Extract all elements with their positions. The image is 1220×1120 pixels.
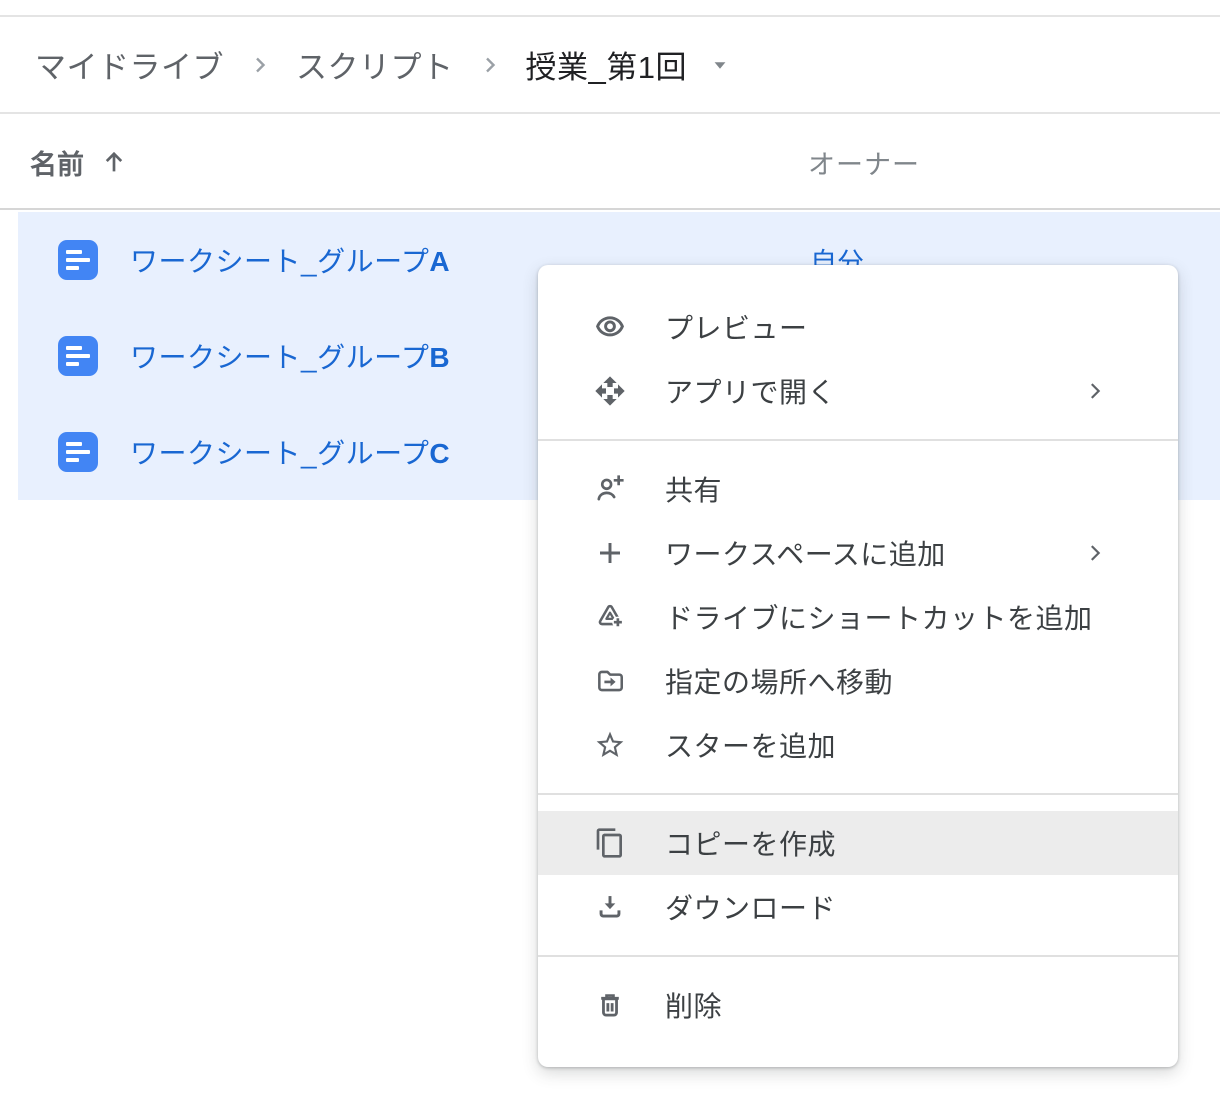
menu-item-delete[interactable]: 削除 — [538, 973, 1178, 1037]
person-add-icon — [594, 473, 626, 505]
menu-item-preview[interactable]: プレビュー — [538, 295, 1178, 359]
star-icon — [594, 729, 626, 761]
submenu-chevron-icon — [1084, 542, 1106, 564]
menu-item-label: 削除 — [665, 985, 722, 1025]
breadcrumb: マイドライブ スクリプト 授業_第1回 — [0, 17, 1220, 114]
submenu-chevron-icon — [1084, 380, 1106, 402]
document-icon — [58, 240, 98, 280]
file-name: ワークシート_グループB — [130, 336, 450, 376]
menu-item-label: 共有 — [665, 469, 722, 509]
eye-icon — [594, 311, 626, 343]
plus-icon — [594, 537, 626, 569]
breadcrumb-current-folder[interactable]: 授業_第1回 — [526, 42, 687, 87]
file-name: ワークシート_グループA — [130, 240, 450, 280]
menu-item-open-with[interactable]: アプリで開く — [538, 359, 1178, 423]
menu-item-label: コピーを作成 — [665, 823, 836, 863]
file-name: ワークシート_グループC — [130, 432, 450, 472]
menu-item-add-shortcut-to-drive[interactable]: ドライブにショートカットを追加 — [538, 585, 1178, 649]
document-icon — [58, 336, 98, 376]
breadcrumb-scripts[interactable]: スクリプト — [296, 42, 454, 87]
menu-item-label: プレビュー — [665, 307, 808, 347]
menu-item-label: ワークスペースに追加 — [665, 533, 946, 573]
menu-item-label: スターを追加 — [665, 725, 836, 765]
name-column-label: 名前 — [30, 143, 84, 182]
menu-item-label: ドライブにショートカットを追加 — [665, 597, 1093, 637]
menu-item-label: アプリで開く — [665, 371, 836, 411]
open-with-icon — [594, 375, 626, 407]
owner-column-label: オーナー — [808, 116, 920, 208]
menu-item-add-star[interactable]: スターを追加 — [538, 713, 1178, 777]
menu-item-make-a-copy[interactable]: コピーを作成 — [538, 811, 1178, 875]
document-icon — [58, 432, 98, 472]
menu-item-share[interactable]: 共有 — [538, 457, 1178, 521]
breadcrumb-my-drive[interactable]: マイドライブ — [35, 42, 224, 87]
menu-item-label: 指定の場所へ移動 — [665, 661, 893, 701]
file-list-header: 名前 オーナー — [0, 116, 1220, 210]
copy-icon — [594, 827, 626, 859]
folder-move-icon — [594, 665, 626, 697]
sort-ascending-arrow-icon — [100, 147, 128, 177]
chevron-right-icon — [478, 53, 502, 77]
download-icon — [594, 891, 626, 923]
menu-item-move-to[interactable]: 指定の場所へ移動 — [538, 649, 1178, 713]
menu-item-label: ダウンロード — [665, 887, 836, 927]
menu-item-download[interactable]: ダウンロード — [538, 875, 1178, 939]
context-menu: プレビュー アプリで開く 共有 ワークスペースに追加 — [538, 265, 1178, 1067]
folder-dropdown-caret-icon[interactable] — [707, 52, 733, 78]
menu-item-add-to-workspace[interactable]: ワークスペースに追加 — [538, 521, 1178, 585]
trash-icon — [594, 989, 626, 1021]
drive-shortcut-icon — [594, 601, 626, 633]
chevron-right-icon — [248, 53, 272, 77]
sort-by-name-header[interactable]: 名前 — [30, 116, 128, 208]
